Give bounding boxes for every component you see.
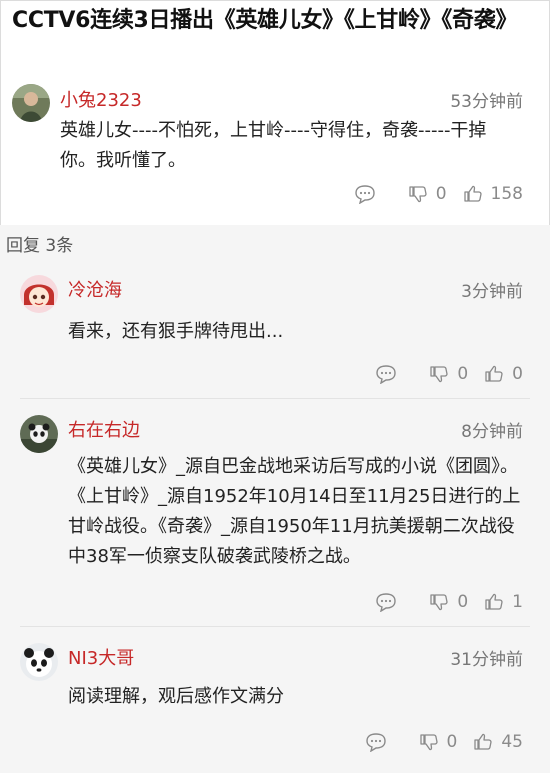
reply-item: NI3大哥 31分钟前 阅读理解，观后感作文满分 0 45 [0,640,550,765]
dislike-button[interactable]: 0 [419,732,458,752]
like-button[interactable]: 45 [473,732,523,752]
comment-actions: 0 45 [365,730,523,754]
dislike-count: 0 [435,184,447,204]
reply-item: 右在右边 8分钟前 《英雄儿女》_源自巴金战地采访后写成的小说《团圆》。《上甘岭… [0,412,550,622]
like-icon [485,593,503,610]
topic-title: CCTV6连续3日播出《英雄儿女》《上甘岭》《奇袭》 [12,8,518,33]
username[interactable]: 小兔2323 [60,86,142,112]
like-count: 158 [490,184,523,204]
like-count: 0 [512,364,523,384]
like-button[interactable]: 0 [484,364,523,384]
like-icon [474,733,493,750]
reply-button[interactable] [375,364,397,384]
avatar[interactable] [20,275,58,313]
comment-icon [355,185,375,204]
like-icon [485,365,503,382]
divider [20,398,530,399]
dislike-button[interactable]: 0 [429,592,468,612]
avatar[interactable] [20,643,58,681]
reply-button[interactable] [365,732,387,752]
username[interactable]: 右在右边 [68,416,140,442]
comment-actions: 0 1 [375,590,523,614]
like-icon [463,185,482,202]
dislike-count: 0 [457,592,469,612]
dislike-button[interactable]: 0 [408,184,447,204]
timestamp: 53分钟前 [450,92,523,112]
dislike-icon [419,734,438,751]
like-button[interactable]: 1 [484,592,523,612]
main-comment: 小兔2323 53分钟前 英雄儿女----不怕死，上甘岭----守得住，奇袭--… [0,80,550,220]
dislike-icon [430,594,448,611]
replies-header: 回复 3条 [6,236,74,256]
like-count: 45 [501,732,523,752]
dislike-icon [409,186,427,203]
dislike-button[interactable]: 0 [429,364,468,384]
reply-item: 冷沧海 3分钟前 看来，还有狠手牌待甩出... 0 0 [0,272,550,392]
comment-text: 英雄儿女----不怕死，上甘岭----守得住，奇袭-----干掉你。我听懂了。 [60,120,487,171]
comment-icon [376,593,397,612]
dislike-count: 0 [457,364,469,384]
dislike-icon [430,366,448,383]
comment-text: 看来，还有狠手牌待甩出... [68,321,284,342]
divider [20,626,530,627]
avatar[interactable] [12,84,50,122]
timestamp: 8分钟前 [461,422,523,442]
avatar[interactable] [20,415,58,453]
comment-icon [376,365,397,384]
username[interactable]: 冷沧海 [68,276,122,302]
comment-text: 《英雄儿女》_源自巴金战地采访后写成的小说《团圆》。《上甘岭》_源自1952年1… [68,456,521,567]
timestamp: 31分钟前 [450,650,523,670]
timestamp: 3分钟前 [461,282,523,302]
comment-text: 阅读理解，观后感作文满分 [68,686,284,707]
reply-button[interactable] [375,592,397,612]
like-count: 1 [512,592,523,612]
username[interactable]: NI3大哥 [68,644,134,670]
dislike-count: 0 [446,732,458,752]
comment-actions: 0 158 [354,182,523,206]
comment-icon [365,733,386,752]
reply-button[interactable] [354,184,376,204]
like-button[interactable]: 158 [463,184,523,204]
comment-actions: 0 0 [375,362,523,386]
